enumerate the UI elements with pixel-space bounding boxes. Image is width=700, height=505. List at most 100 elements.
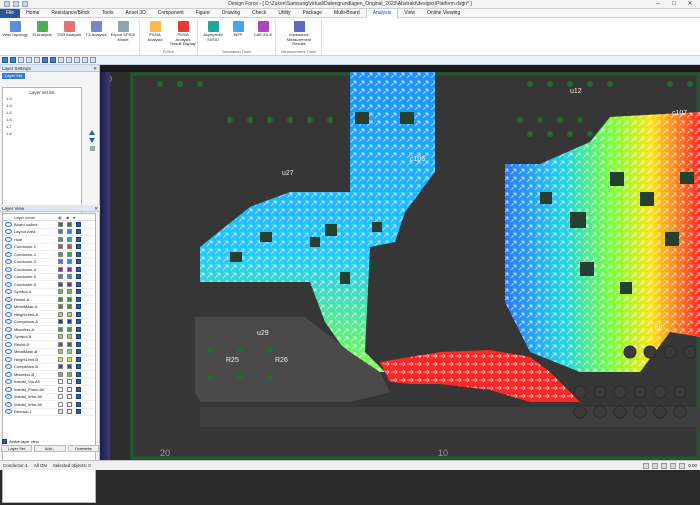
layer-color-swatch[interactable] — [58, 274, 63, 280]
layer-color-swatch[interactable] — [58, 266, 63, 272]
eye-icon[interactable] — [5, 409, 12, 415]
layer-color-swatch[interactable] — [58, 236, 63, 242]
table-row[interactable]: Instdst_Via-All — [3, 379, 95, 386]
table-row[interactable]: Compshow-B — [3, 364, 95, 371]
table-row[interactable]: Conductor-5 — [3, 274, 95, 281]
active-layer-icon[interactable] — [76, 259, 81, 265]
layer-color-swatch[interactable] — [58, 221, 63, 227]
list-item[interactable]: 1-5 — [3, 109, 81, 116]
delete-icon[interactable] — [89, 146, 95, 151]
table-row[interactable]: Hole — [3, 236, 95, 244]
active-layer-icon[interactable] — [76, 401, 81, 407]
layer-color-swatch[interactable] — [58, 281, 63, 287]
eye-icon[interactable] — [5, 364, 12, 370]
tab-layer-set[interactable]: Layer Set — [2, 73, 26, 79]
list-item[interactable]: 1-3 — [3, 95, 81, 102]
checkbox-icon[interactable] — [67, 394, 72, 400]
layer-color-swatch[interactable] — [67, 311, 72, 317]
layer-color-swatch[interactable] — [67, 364, 72, 370]
layer-color-swatch[interactable] — [67, 274, 72, 280]
eye-icon[interactable] — [5, 259, 12, 265]
checkbox-icon[interactable] — [67, 379, 72, 385]
asymptotic-button[interactable]: Asymptotic SI/SIO — [200, 21, 226, 45]
eye-icon[interactable] — [5, 356, 12, 362]
eye-icon[interactable] — [5, 236, 12, 242]
table-row[interactable]: MetalMask-A — [3, 304, 95, 311]
eye-icon[interactable] — [5, 326, 12, 332]
move-down-icon[interactable] — [89, 138, 95, 143]
layer-color-swatch[interactable] — [58, 244, 63, 250]
cae-idle-button[interactable]: CAE-IDLE — [250, 21, 276, 45]
table-row[interactable]: Compshow-A — [3, 319, 95, 326]
table-row[interactable]: Miscellsx-A — [3, 326, 95, 334]
table-row[interactable]: MetalMask-B — [3, 349, 95, 356]
layer-color-swatch[interactable] — [67, 349, 72, 355]
layer-color-swatch[interactable] — [58, 371, 63, 377]
tab-file[interactable]: File — [0, 8, 21, 18]
layer-color-swatch[interactable] — [67, 289, 72, 295]
active-layer-icon[interactable] — [76, 326, 81, 332]
active-layer-icon[interactable] — [76, 221, 81, 227]
list-item[interactable]: 1-6 — [3, 116, 81, 123]
layer-color-swatch[interactable] — [58, 229, 63, 235]
eye-icon[interactable] — [5, 386, 12, 392]
pi-sia-result-button[interactable]: PI/SIA Analysis Result Display — [170, 21, 196, 46]
active-layer-icon[interactable] — [76, 251, 81, 257]
tdr-analysis-button[interactable]: TDR Analysis — [56, 21, 82, 45]
snap-icon[interactable] — [643, 462, 650, 469]
pi-sia-analysis-button[interactable]: PI/SIA Analysis — [142, 21, 168, 45]
layer-color-swatch[interactable] — [67, 304, 72, 310]
active-layer-icon[interactable] — [76, 229, 81, 235]
active-layer-icon[interactable] — [76, 289, 81, 295]
layer-color-swatch[interactable] — [67, 334, 72, 340]
active-layer-icon[interactable] — [76, 244, 81, 250]
maximize-icon[interactable]: □ — [666, 0, 682, 8]
layer-color-swatch[interactable] — [58, 386, 63, 392]
layer-color-swatch[interactable] — [58, 311, 63, 317]
checkbox-icon[interactable] — [67, 401, 72, 407]
eye-icon[interactable] — [5, 296, 12, 302]
si-analysis-button[interactable]: SI Analysis — [29, 21, 55, 45]
tab-analysis[interactable]: Analysis — [365, 8, 399, 18]
eye-icon[interactable] — [5, 274, 12, 280]
tab-utility[interactable]: Utility — [272, 9, 296, 18]
tab-home[interactable]: Home — [20, 9, 45, 18]
active-layer-icon[interactable] — [76, 319, 81, 325]
layer-color-swatch[interactable] — [58, 341, 63, 347]
active-layer-icon[interactable] — [76, 304, 81, 310]
eye-icon[interactable] — [5, 394, 12, 400]
refresh-icon[interactable] — [82, 57, 88, 63]
layer-color-swatch[interactable] — [58, 251, 63, 257]
layer-color-swatch[interactable] — [58, 289, 63, 295]
active-layer-icon[interactable] — [76, 371, 81, 377]
layer-color-swatch[interactable] — [67, 319, 72, 325]
table-row[interactable]: Conductor-6 — [3, 281, 95, 289]
table-row[interactable]: Conductor-3 — [3, 259, 95, 266]
active-layer-icon[interactable] — [76, 334, 81, 340]
layer-color-swatch[interactable] — [58, 379, 63, 385]
list-item[interactable]: 1-7 — [3, 123, 81, 130]
active-layer-icon[interactable] — [76, 356, 81, 362]
filter-icon[interactable] — [90, 57, 96, 63]
grid-tool-icon[interactable] — [66, 57, 72, 63]
tab-ansel-3d[interactable]: Ansel 3D — [119, 9, 151, 18]
close-icon[interactable]: ✕ — [682, 0, 698, 8]
table-row[interactable]: Symbol-A — [3, 289, 95, 296]
measure-tool-icon[interactable] — [58, 57, 64, 63]
layer-color-swatch[interactable] — [67, 371, 72, 377]
zoom-in-icon[interactable] — [18, 57, 24, 63]
active-layer-icon[interactable] — [76, 364, 81, 370]
active-layer-icon[interactable] — [76, 349, 81, 355]
eye-icon[interactable] — [5, 379, 12, 385]
layer-color-swatch[interactable] — [67, 341, 72, 347]
highlight-tool-icon[interactable] — [50, 57, 56, 63]
active-layer-icon[interactable] — [76, 311, 81, 317]
table-row[interactable]: Miscellsx-B — [3, 371, 95, 379]
ortho-icon[interactable] — [661, 462, 668, 469]
eye-icon[interactable] — [5, 281, 12, 287]
table-row[interactable]: HeightLimit-A — [3, 311, 95, 319]
tab-component[interactable]: Component — [152, 9, 190, 18]
table-row[interactable]: Resist-A — [3, 296, 95, 304]
layer-tool-icon[interactable] — [42, 57, 48, 63]
layer-color-swatch[interactable] — [67, 229, 72, 235]
